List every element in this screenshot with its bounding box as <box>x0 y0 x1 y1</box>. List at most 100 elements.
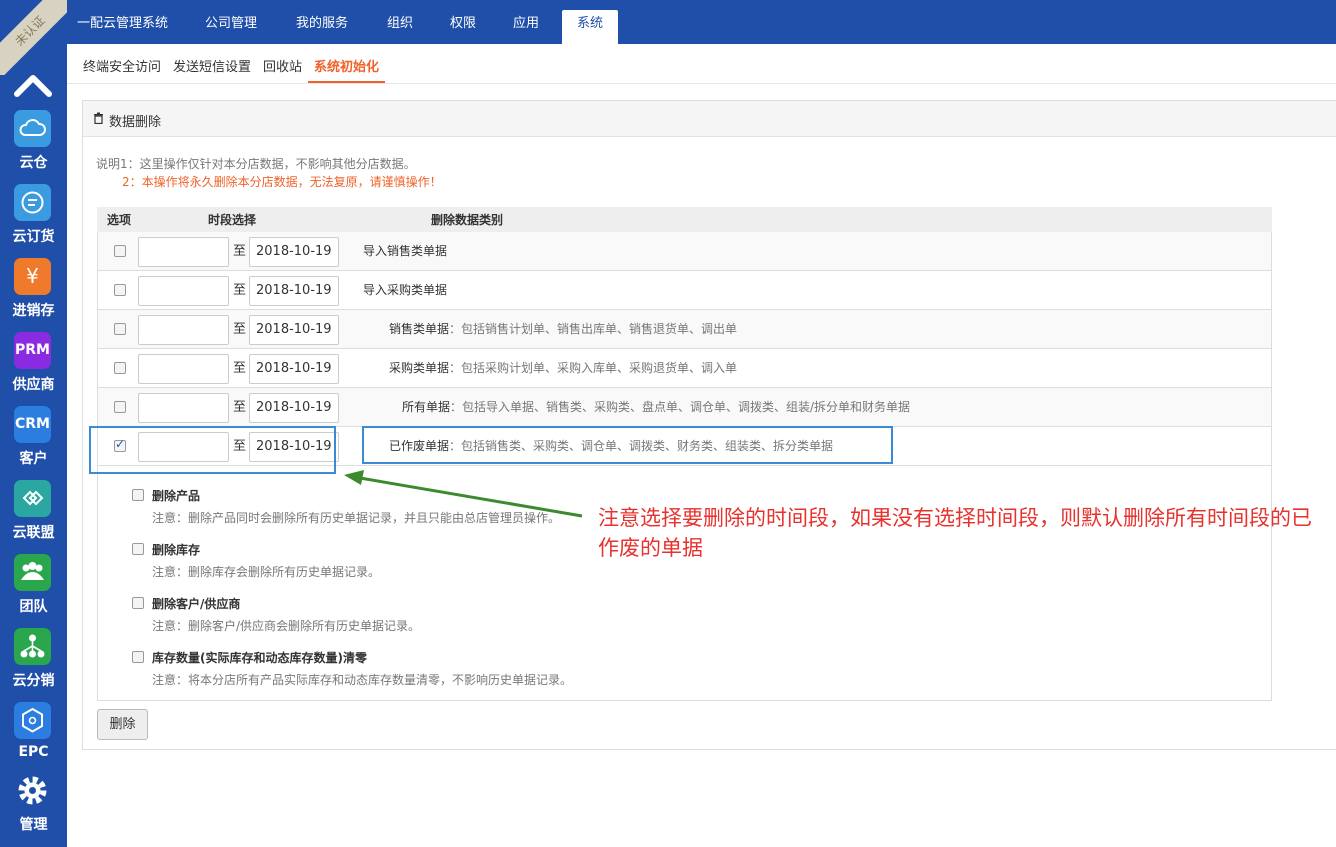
sidebar-item-label: 云联盟 <box>12 525 55 541</box>
start-date-input[interactable] <box>138 315 229 345</box>
highlight-box-category <box>362 426 893 464</box>
topnav-item-permissions[interactable]: 权限 <box>450 10 476 44</box>
topnav-item-system[interactable]: 系统 <box>562 10 618 44</box>
sidebar-item-manage[interactable]: 管理 <box>0 772 67 846</box>
active-tab-underline <box>308 81 385 83</box>
hexagon-icon <box>14 702 51 739</box>
collapse-chevron-icon[interactable] <box>14 72 52 98</box>
row-checkbox[interactable] <box>114 245 126 257</box>
row-checkbox[interactable] <box>114 284 126 296</box>
start-date-input[interactable] <box>138 354 229 384</box>
category-cell: 导入采购类单据 <box>363 281 447 298</box>
category-description: ：包括导入单据、销售类、采购类、盘点单、调仓单、调拨类、组装/拆分单和财务单据 <box>450 400 911 414</box>
row-checkbox[interactable] <box>114 362 126 374</box>
date-separator: 至 <box>233 400 247 415</box>
option-title: 删除产品 <box>152 489 201 503</box>
option-note: 注意：删除库存会删除所有历史单据记录。 <box>152 565 381 579</box>
sub-navigation: 终端安全访问 发送短信设置 回收站 系统初始化 <box>67 44 1336 84</box>
yen-icon: ¥ <box>14 258 51 295</box>
end-date-input[interactable]: 2018-10-19 <box>249 276 339 306</box>
sidebar-item-label: 进销存 <box>12 303 55 319</box>
network-icon <box>14 628 51 665</box>
table-row: 至 2018-10-19 导入采购类单据 <box>97 271 1272 310</box>
sidebar: 未认证 云仓 云订货 ¥ 进销存 PRM 供应商 CRM 客户 云联盟 团队 云… <box>0 0 67 847</box>
sidebar-item-label: 管理 <box>19 817 48 833</box>
col-header-category: 删除数据类别 <box>431 213 504 227</box>
category-description: ：包括销售计划单、销售出库单、销售退货单、调出单 <box>449 322 738 336</box>
sidebar-item-alliance[interactable]: 云联盟 <box>0 480 67 554</box>
top-navigation: 一配云管理系统 公司管理 我的服务 组织 权限 应用 系统 <box>67 0 1336 44</box>
category-label: 导入采购类单据 <box>363 283 448 297</box>
sidebar-item-cloud-warehouse[interactable]: 云仓 <box>0 110 67 184</box>
sidebar-item-inventory[interactable]: ¥ 进销存 <box>0 258 67 332</box>
prm-icon: PRM <box>14 332 51 369</box>
date-separator: 至 <box>233 244 247 259</box>
end-date-input[interactable]: 2018-10-19 <box>249 237 339 267</box>
crm-icon: CRM <box>14 406 51 443</box>
table-row: 至 2018-10-19 导入销售类单据 <box>97 232 1272 271</box>
highlight-box-date <box>89 426 336 474</box>
sidebar-item-label: 云订货 <box>12 229 55 245</box>
topnav-item-brand[interactable]: 一配云管理系统 <box>77 10 168 44</box>
delete-button[interactable]: 删除 <box>97 709 148 740</box>
options-box: 删除产品 注意：删除产品同时会删除所有历史单据记录，并且只能由总店管理员操作。 删除… <box>97 466 1272 701</box>
option-note: 注意：删除客户/供应商会删除所有历史单据记录。 <box>152 619 421 633</box>
end-date-input[interactable]: 2018-10-19 <box>249 315 339 345</box>
option-title: 删除客户/供应商 <box>152 597 241 611</box>
option-title: 删除库存 <box>152 543 201 557</box>
table-row: 至 2018-10-19 所有单据：包括导入单据、销售类、采购类、盘点单、调仓单、调… <box>97 388 1272 427</box>
subnav-item-sms-settings[interactable]: 发送短信设置 <box>173 56 251 75</box>
sidebar-item-label: EPC <box>18 744 49 760</box>
option-title: 库存数量(实际库存和动态库存数量)清零 <box>152 651 367 665</box>
category-label: 所有单据 <box>402 400 451 414</box>
subnav-item-recycle-bin[interactable]: 回收站 <box>263 56 302 75</box>
subnav-item-system-init[interactable]: 系统初始化 <box>314 56 379 75</box>
data-delete-panel: 数据删除 说明1：这里操作仅针对本分店数据，不影响其他分店数据。 2：本操作将永… <box>82 100 1336 750</box>
handshake-icon <box>14 480 51 517</box>
panel-title: 数据删除 <box>109 115 162 130</box>
note-2-warning: 2：本操作将永久删除本分店数据，无法复原，请谨慎操作！ <box>122 175 442 189</box>
gear-icon <box>14 772 51 809</box>
category-label: 导入销售类单据 <box>363 244 448 258</box>
sidebar-item-label: 客户 <box>19 451 48 467</box>
category-description: ：包括采购计划单、采购入库单、采购退货单、调入单 <box>449 361 738 375</box>
category-cell: 导入销售类单据 <box>363 242 447 259</box>
start-date-input[interactable] <box>138 237 229 267</box>
category-cell: 销售类单据：包括销售计划单、销售出库单、销售退货单、调出单 <box>389 320 737 337</box>
sidebar-item-customer[interactable]: CRM 客户 <box>0 406 67 480</box>
topnav-item-company[interactable]: 公司管理 <box>205 10 257 44</box>
row-checkbox[interactable] <box>114 401 126 413</box>
category-label: 销售类单据 <box>389 322 450 336</box>
option-checkbox[interactable] <box>132 651 144 663</box>
sidebar-item-epc[interactable]: EPC <box>0 702 67 776</box>
sidebar-item-cloud-order[interactable]: 云订货 <box>0 184 67 258</box>
option-checkbox[interactable] <box>132 597 144 609</box>
topnav-item-apps[interactable]: 应用 <box>513 10 539 44</box>
category-label: 采购类单据 <box>389 361 450 375</box>
option-checkbox[interactable] <box>132 543 144 555</box>
table-row: 至 2018-10-19 销售类单据：包括销售计划单、销售出库单、销售退货单、调出单 <box>97 310 1272 349</box>
col-header-period: 时段选择 <box>208 213 257 227</box>
panel-header: 数据删除 <box>83 101 1336 137</box>
sidebar-item-team[interactable]: 团队 <box>0 554 67 628</box>
category-cell: 所有单据：包括导入单据、销售类、采购类、盘点单、调仓单、调拨类、组装/拆分单和财… <box>402 398 910 415</box>
sidebar-item-supplier[interactable]: PRM 供应商 <box>0 332 67 406</box>
topnav-item-services[interactable]: 我的服务 <box>296 10 348 44</box>
sidebar-item-distribution[interactable]: 云分销 <box>0 628 67 702</box>
note-1: 说明1：这里操作仅针对本分店数据，不影响其他分店数据。 <box>96 157 416 171</box>
start-date-input[interactable] <box>138 393 229 423</box>
table-row: 至 2018-10-19 采购类单据：包括采购计划单、采购入库单、采购退货单、调入单 <box>97 349 1272 388</box>
sidebar-item-label: 团队 <box>19 599 48 615</box>
subnav-item-terminal-security[interactable]: 终端安全访问 <box>83 56 161 75</box>
topnav-item-organization[interactable]: 组织 <box>387 10 413 44</box>
row-checkbox[interactable] <box>114 323 126 335</box>
category-cell: 采购类单据：包括采购计划单、采购入库单、采购退货单、调入单 <box>389 359 737 376</box>
sidebar-item-label: 云分销 <box>12 673 55 689</box>
sidebar-item-label: 供应商 <box>12 377 55 393</box>
end-date-input[interactable]: 2018-10-19 <box>249 354 339 384</box>
start-date-input[interactable] <box>138 276 229 306</box>
unverified-badge: 未认证 <box>0 0 67 75</box>
option-checkbox[interactable] <box>132 489 144 501</box>
table-header: 选项 时段选择 删除数据类别 <box>97 207 1272 232</box>
end-date-input[interactable]: 2018-10-19 <box>249 393 339 423</box>
